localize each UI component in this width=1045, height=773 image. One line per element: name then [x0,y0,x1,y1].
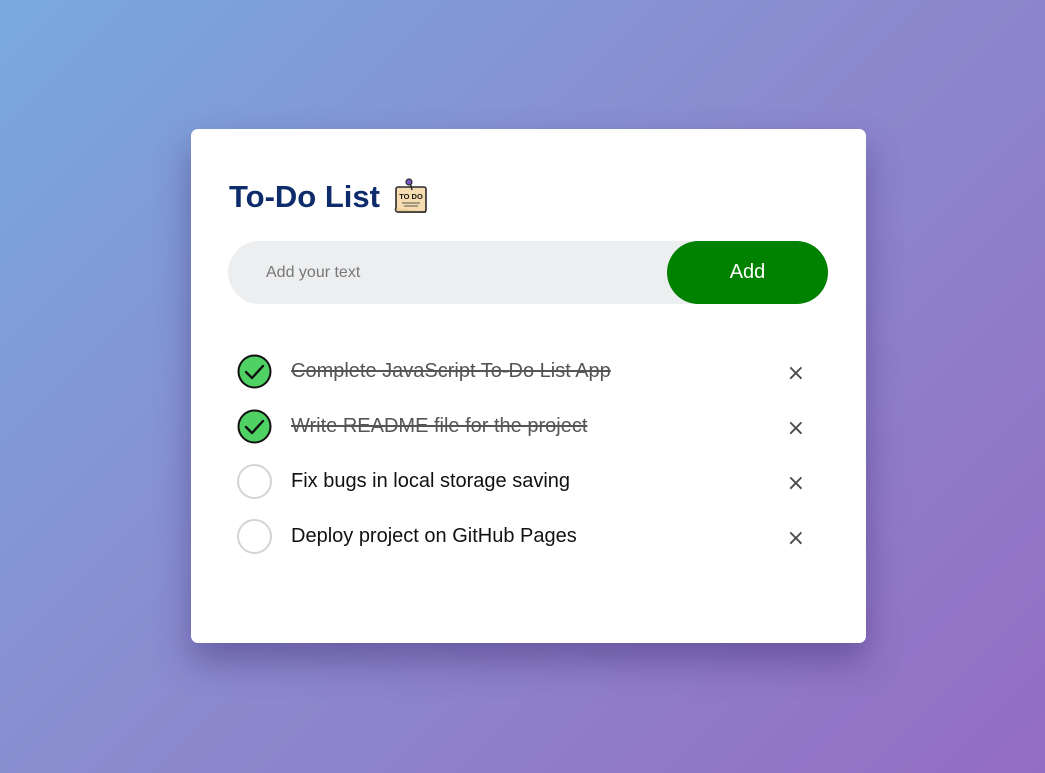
checked-icon[interactable] [237,354,272,389]
todo-card: To-Do List TO DO Add Complete JavaScript… [191,129,866,643]
task-text: Deploy project on GitHub Pages [291,525,577,547]
list-item[interactable]: Deploy project on GitHub Pages × [237,509,817,564]
close-icon[interactable]: × [787,527,805,550]
header: To-Do List TO DO [229,177,430,217]
list-item[interactable]: Write README file for the project × [237,399,817,454]
close-icon[interactable]: × [787,362,805,385]
add-task-bar: Add [228,240,828,305]
add-button[interactable]: Add [667,241,828,304]
unchecked-circle-icon[interactable] [237,519,272,554]
task-input[interactable] [228,240,667,305]
list-item[interactable]: Complete JavaScript To-Do List App × [237,344,817,399]
unchecked-circle-icon[interactable] [237,464,272,499]
task-text: Write README file for the project [291,415,588,437]
list-item[interactable]: Fix bugs in local storage saving × [237,454,817,509]
task-text: Fix bugs in local storage saving [291,470,571,492]
task-text: Complete JavaScript To-Do List App [291,360,611,382]
task-list: Complete JavaScript To-Do List App × Wri… [237,344,817,564]
checked-icon[interactable] [237,409,272,444]
todo-note-icon-text: TO DO [399,192,423,201]
close-icon[interactable]: × [787,472,805,495]
page-title: To-Do List [229,179,380,214]
close-icon[interactable]: × [787,417,805,440]
todo-note-icon: TO DO [394,178,427,213]
